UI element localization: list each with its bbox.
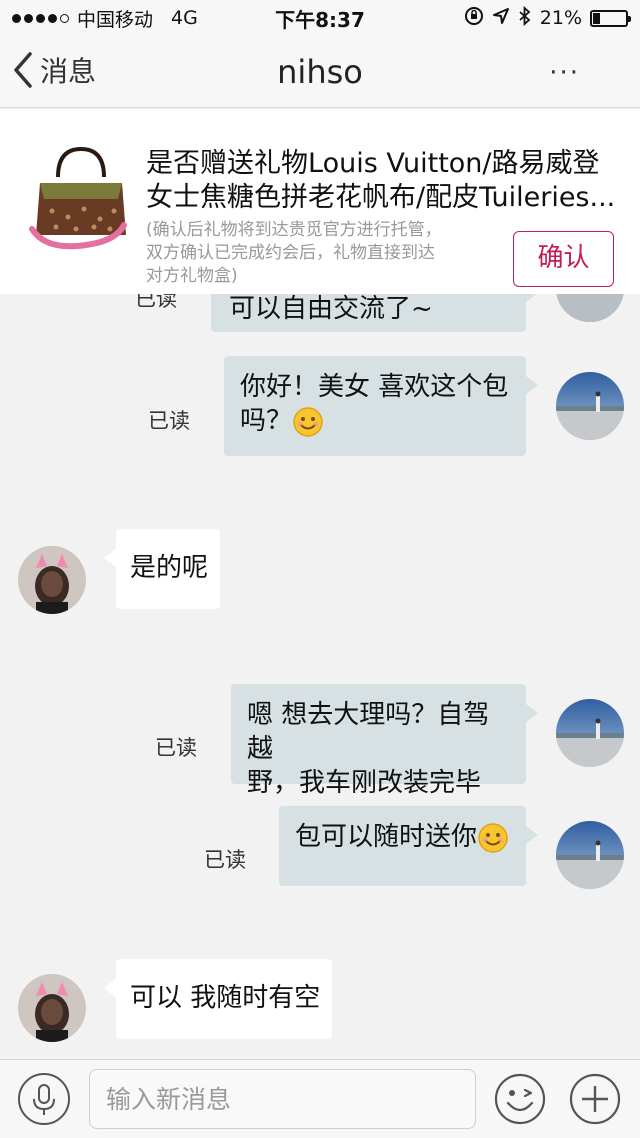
bluetooth-icon xyxy=(518,5,532,31)
gift-note-line: (确认后礼物将到达贵觅官方进行托管， xyxy=(146,220,442,240)
status-bar: 中国移动 4G 下午8:37 21% xyxy=(0,0,640,36)
more-options-button[interactable]: ··· xyxy=(549,58,580,88)
smile-emoji-icon xyxy=(478,822,508,853)
message-text: 吗？ xyxy=(240,406,293,436)
contact-avatar[interactable] xyxy=(18,974,86,1042)
read-receipt: 已读 xyxy=(155,736,197,760)
add-attachment-button[interactable] xyxy=(569,1073,621,1125)
microphone-icon xyxy=(33,1084,55,1115)
message-text-line-2: 吗？ xyxy=(240,404,510,438)
message-text: 可以 我随时有空 xyxy=(130,983,321,1013)
signal-strength-icon xyxy=(12,13,69,23)
location-icon xyxy=(492,7,510,30)
contact-avatar[interactable] xyxy=(18,546,86,614)
confirm-gift-button[interactable]: 确认 xyxy=(513,231,614,287)
my-avatar[interactable] xyxy=(556,372,624,440)
orientation-lock-icon xyxy=(464,6,484,31)
message-text: 包可以随时送你 xyxy=(295,822,478,852)
voice-input-button[interactable] xyxy=(18,1073,70,1125)
emoji-button[interactable] xyxy=(494,1073,546,1125)
gift-title-line: 女士焦糖色拼老花帆布/配皮Tuileries... xyxy=(146,182,616,213)
message-text-line: 野，我车刚改装完毕 xyxy=(247,768,482,798)
message-bubble-outgoing[interactable]: 包可以随时送你 xyxy=(279,806,538,886)
message-text-line: 嗯 想去大理吗？自驾越 xyxy=(247,700,490,764)
gift-note-line: 对方礼物盒) xyxy=(146,266,238,286)
chevron-left-icon xyxy=(14,52,32,88)
message-bubble-outgoing[interactable]: 你好！美女 喜欢这个包 吗？ xyxy=(224,356,538,456)
battery-level xyxy=(593,12,600,24)
plus-icon xyxy=(569,1073,621,1125)
message-text: 是的呢 xyxy=(130,553,209,583)
my-avatar[interactable] xyxy=(556,699,624,767)
read-receipt: 已读 xyxy=(148,409,190,433)
message-text-line: 你好！美女 喜欢这个包 xyxy=(240,372,509,402)
back-button[interactable]: 消息 xyxy=(12,50,96,90)
battery-icon xyxy=(590,9,631,27)
my-avatar[interactable] xyxy=(556,821,624,889)
message-bubble-incoming[interactable]: 是的呢 xyxy=(104,529,220,609)
gift-title-line: 是否赠送礼物Louis Vuitton/路易威登 xyxy=(146,148,600,179)
gift-note-line: 双方确认已完成约会后，礼物直接到达 xyxy=(146,243,435,263)
gift-note: (确认后礼物将到达贵觅官方进行托管， 双方确认已完成约会后，礼物直接到达 对方礼… xyxy=(146,219,486,288)
message-bubble-outgoing[interactable]: 嗯 想去大理吗？自驾越 野，我车刚改装完毕 xyxy=(231,684,538,798)
smile-emoji-icon xyxy=(293,406,323,437)
read-receipt: 已读 xyxy=(204,848,246,872)
network-type: 4G xyxy=(171,7,198,29)
input-bar xyxy=(0,1059,640,1138)
message-text: 可以自由交流了~ xyxy=(229,294,433,324)
back-label: 消息 xyxy=(40,55,97,88)
message-bubble-incoming[interactable]: 可以 我随时有空 xyxy=(104,959,332,1039)
gift-title[interactable]: 是否赠送礼物Louis Vuitton/路易威登 女士焦糖色拼老花帆布/配皮Tu… xyxy=(146,147,616,215)
wink-face-icon xyxy=(494,1073,546,1125)
status-left: 中国移动 4G xyxy=(12,5,198,32)
battery-percent: 21% xyxy=(539,7,582,29)
nav-bar: 消息 nihso ··· xyxy=(0,36,640,108)
message-input[interactable] xyxy=(89,1069,476,1129)
handbag-image[interactable] xyxy=(26,137,136,257)
carrier-name: 中国移动 xyxy=(77,8,154,31)
status-right: 21% xyxy=(464,5,631,31)
